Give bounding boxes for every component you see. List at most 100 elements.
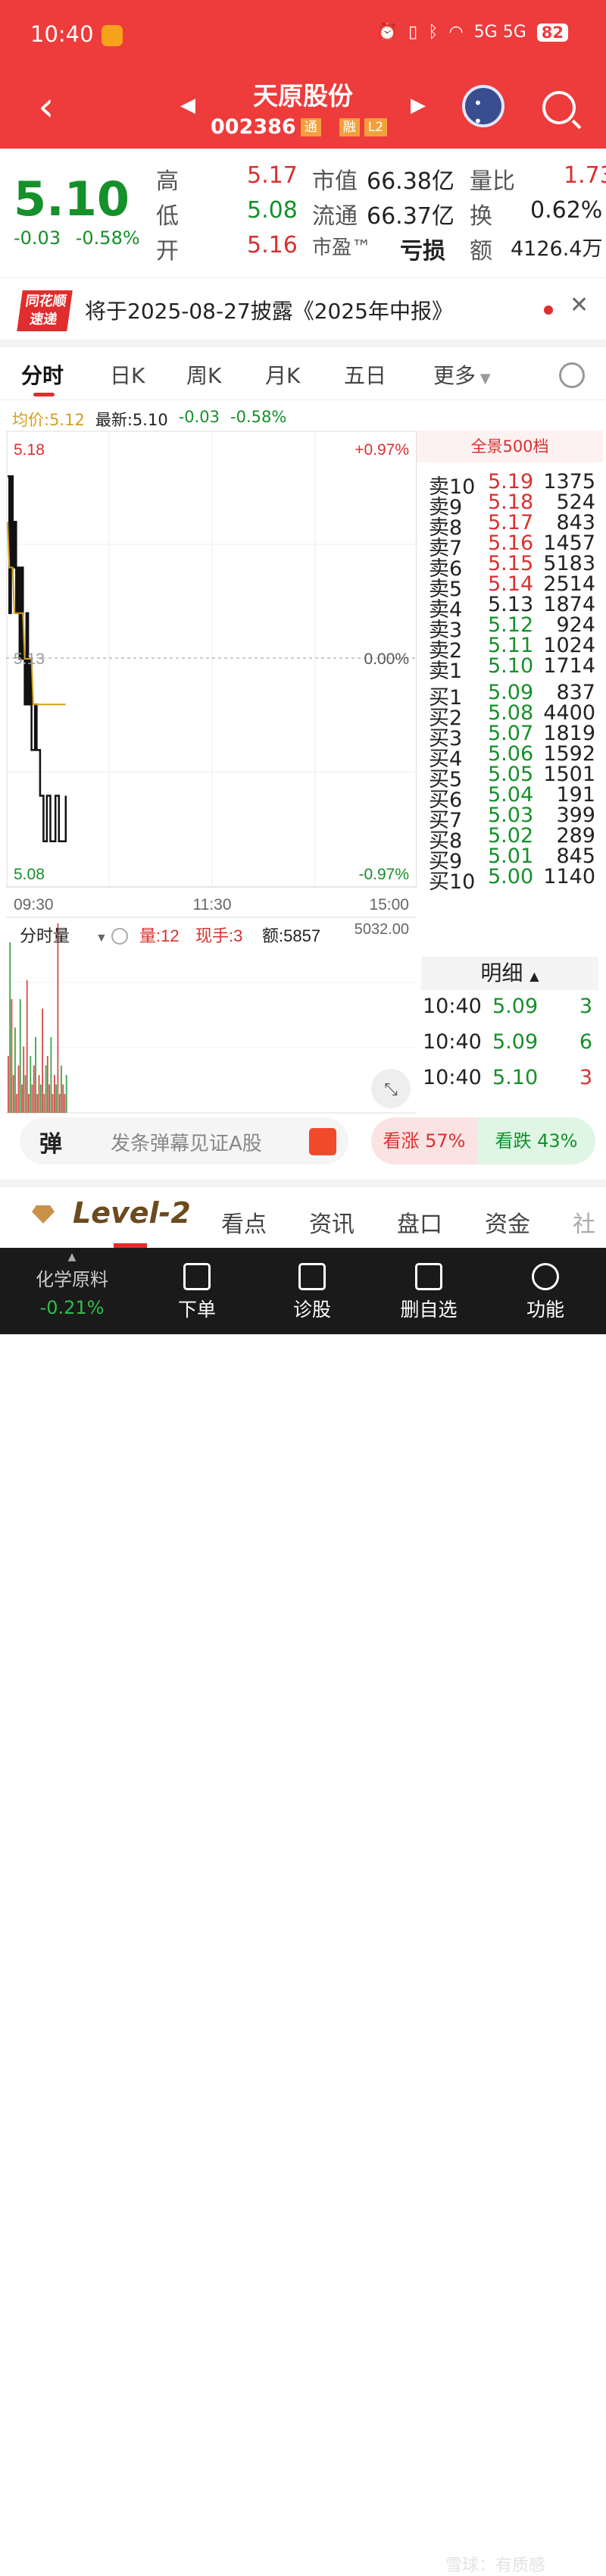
ask-row[interactable]: 卖7 5.16 1457 bbox=[429, 531, 601, 560]
order-button[interactable]: 下单 bbox=[159, 1248, 235, 1334]
danmu-icon[interactable]: 弹 bbox=[39, 1125, 62, 1158]
signal-icon: 5G 5G bbox=[473, 23, 526, 42]
settings-icon[interactable] bbox=[559, 362, 585, 388]
sector-name: 化学原料 bbox=[36, 1269, 108, 1290]
bid-row[interactable]: 买2 5.08 4400 bbox=[429, 701, 601, 730]
volume-bar bbox=[21, 1084, 23, 1113]
bid-row[interactable]: 买1 5.09 837 bbox=[429, 681, 601, 710]
vol-ratio-label: 量比 bbox=[470, 168, 515, 195]
volume-bar bbox=[14, 1027, 16, 1113]
logo-line1: 同花顺 bbox=[24, 293, 68, 309]
pct-max-label: +0.97% bbox=[355, 441, 409, 459]
vibrate-icon: ▯ bbox=[408, 23, 418, 42]
tab-handicap[interactable]: 盘口 bbox=[397, 1205, 442, 1239]
high-value: 5.17 bbox=[247, 162, 298, 189]
intraday-chart[interactable]: 5.18 5.13 5.08 +0.97% 0.00% -0.97% 09:30… bbox=[6, 431, 417, 1160]
ask-row[interactable]: 卖5 5.14 2514 bbox=[429, 572, 601, 601]
ask-row[interactable]: 卖3 5.12 924 bbox=[429, 613, 601, 642]
volume-bar bbox=[36, 1094, 39, 1113]
volume-bar bbox=[19, 999, 21, 1113]
y-min-label: 5.08 bbox=[14, 866, 45, 883]
volume-bar bbox=[61, 1065, 62, 1113]
ask-row[interactable]: 卖8 5.17 843 bbox=[429, 511, 601, 540]
ask-row[interactable]: 卖2 5.11 1024 bbox=[429, 634, 601, 663]
y-mid-label: 5.13 bbox=[14, 650, 45, 668]
tick-price: 5.10 bbox=[492, 1066, 539, 1089]
volume-bar bbox=[62, 1084, 64, 1113]
close-icon[interactable]: ✕ bbox=[570, 292, 589, 318]
tab-funds[interactable]: 资金 bbox=[485, 1205, 530, 1239]
bid-row[interactable]: 买9 5.01 845 bbox=[429, 845, 601, 873]
bid-row[interactable]: 买5 5.05 1501 bbox=[429, 763, 601, 791]
wifi-icon: ◠ bbox=[448, 23, 464, 42]
volume-bar bbox=[11, 999, 13, 1113]
ai-assistant-icon[interactable] bbox=[462, 85, 504, 130]
x-label-mid: 11:30 bbox=[193, 896, 232, 914]
tag-l2: L2 bbox=[364, 118, 388, 136]
bid-row[interactable]: 买6 5.04 191 bbox=[429, 783, 601, 812]
tonghuashun-logo: 同花顺 速递 bbox=[17, 290, 73, 331]
tab-highlights[interactable]: 看点 bbox=[221, 1205, 267, 1239]
tab-more[interactable]: 更多 ▼ bbox=[433, 359, 491, 390]
tick-volume: 3 bbox=[579, 995, 592, 1018]
chevron-up-icon: ▲ bbox=[67, 1251, 77, 1263]
tab-intraday[interactable]: 分时 bbox=[21, 359, 64, 390]
ask-row[interactable]: 卖1 5.10 1714 bbox=[429, 654, 601, 683]
bid-row[interactable]: 买7 5.03 399 bbox=[429, 804, 601, 832]
high-label: 高 bbox=[156, 168, 179, 195]
volume-bar bbox=[64, 1094, 66, 1113]
quote-panel: 5.10 -0.03 -0.58% 高 5.17 低 5.08 开 5.16 市… bbox=[0, 149, 606, 277]
level-label: 买10 bbox=[429, 870, 476, 894]
ask-row[interactable]: 卖6 5.15 5183 bbox=[429, 552, 601, 581]
stock-code: 002386 bbox=[211, 115, 296, 139]
bid-row[interactable]: 买4 5.06 1592 bbox=[429, 742, 601, 771]
bid-row[interactable]: 买8 5.02 289 bbox=[429, 824, 601, 853]
disclosure-notice[interactable]: 同花顺 速递 将于2025-08-27披露《2025年中报》 ✕ bbox=[0, 277, 606, 340]
volume-label[interactable]: 分时量 bbox=[20, 926, 70, 945]
functions-button[interactable]: 功能 bbox=[508, 1248, 583, 1334]
ask-row[interactable]: 卖4 5.13 1874 bbox=[429, 593, 601, 622]
volume-bar bbox=[26, 980, 28, 1113]
battery-icon: 82 bbox=[536, 23, 568, 42]
tab-daily-k[interactable]: 日K bbox=[110, 359, 145, 390]
remove-watchlist-button[interactable]: 删自选 bbox=[391, 1248, 467, 1334]
help-icon[interactable] bbox=[111, 928, 128, 945]
amount-label: 额 bbox=[470, 238, 492, 265]
tab-level2[interactable]: Level-2 bbox=[73, 1196, 191, 1230]
vote-bullish-button[interactable]: 看涨 57% bbox=[371, 1117, 477, 1164]
ask-row[interactable]: 卖10 5.19 1375 bbox=[429, 470, 601, 499]
ask-row[interactable]: 卖9 5.18 524 bbox=[429, 490, 601, 519]
tab-weekly-k[interactable]: 周K bbox=[186, 359, 221, 390]
pe-value: 亏损 bbox=[400, 238, 445, 265]
tab-five-day[interactable]: 五日 bbox=[344, 359, 386, 390]
volume-bar bbox=[23, 1046, 25, 1113]
tab-community[interactable]: 社 bbox=[573, 1205, 595, 1239]
tab-news[interactable]: 资讯 bbox=[309, 1205, 355, 1239]
amount-value: 4126.4万 bbox=[511, 237, 603, 261]
next-stock-icon[interactable]: ▶ bbox=[411, 94, 426, 117]
level-volume: 1714 bbox=[543, 654, 595, 678]
search-icon[interactable] bbox=[542, 91, 576, 124]
mcap-value: 66.38亿 bbox=[367, 168, 454, 195]
danmu-input[interactable]: 弹 发条弹幕见证A股 bbox=[20, 1117, 348, 1164]
vote-bearish-button[interactable]: 看跌 43% bbox=[477, 1117, 595, 1164]
sector-button[interactable]: ▲ 化学原料 -0.21% bbox=[0, 1248, 144, 1334]
diagnose-button[interactable]: 诊股 bbox=[274, 1248, 350, 1334]
tab-monthly-k[interactable]: 月K bbox=[265, 359, 300, 390]
volume-bar bbox=[46, 1056, 48, 1113]
tag-rong: 融 bbox=[339, 118, 360, 136]
gift-icon[interactable] bbox=[309, 1128, 336, 1155]
alarm-icon: ⏰ bbox=[376, 23, 398, 42]
chevron-up-icon: ▲ bbox=[529, 969, 539, 983]
bid-row[interactable]: 买3 5.07 1819 bbox=[429, 722, 601, 751]
amount-now: 额:5857 bbox=[262, 926, 320, 945]
volume-max-label: 5032.00 bbox=[355, 921, 409, 938]
volume-bar bbox=[48, 1084, 50, 1113]
tick-detail-header[interactable]: 明细 ▲ bbox=[421, 957, 598, 990]
volume-bar bbox=[17, 1065, 20, 1113]
dropdown-icon[interactable]: ▼ bbox=[95, 932, 108, 945]
x-label-close: 15:00 bbox=[369, 896, 409, 914]
bid-row[interactable]: 买10 5.00 1140 bbox=[429, 865, 601, 894]
order-book-title[interactable]: 全景500档 bbox=[417, 431, 603, 462]
level-label: 卖1 bbox=[429, 660, 463, 683]
